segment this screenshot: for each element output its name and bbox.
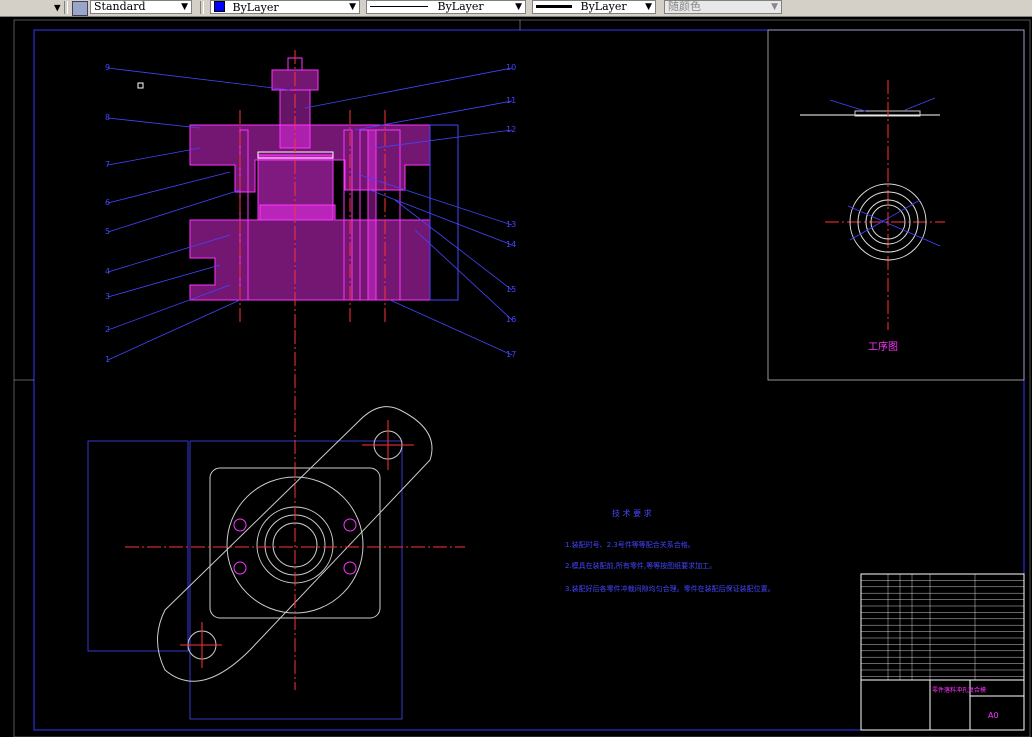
part-number-label: 16 <box>506 315 516 324</box>
toolbar-separator <box>64 1 68 14</box>
process-drawing: 工序图 <box>767 29 1025 381</box>
plot-style-value: 随颜色 <box>668 0 701 13</box>
part-number-label: 17 <box>506 350 516 359</box>
linetype-value: ByLayer <box>437 0 484 13</box>
title-block: 零件落料冲孔复合模 A0 <box>860 573 1025 731</box>
chevron-down-icon: ▼ <box>771 2 778 12</box>
lineweight-select[interactable]: ByLayer ▼ <box>532 0 656 14</box>
part-number-label: 10 <box>506 63 516 72</box>
chevron-down-icon: ▼ <box>645 2 652 12</box>
linetype-select[interactable]: ByLayer ▼ <box>366 0 526 14</box>
tech-requirements: 技 术 要 求 1.装配时号、2.3号件等等配合关系合格。 2.模具在装配前,所… <box>565 508 775 593</box>
color-select[interactable]: ByLayer ▼ <box>210 0 360 14</box>
chevron-down-icon: ▼ <box>181 2 188 12</box>
toolbar-separator <box>200 1 204 14</box>
part-numbers-left: 9 8 7 6 5 4 3 2 1 <box>105 63 110 364</box>
part-numbers-right: 10 11 12 13 14 15 16 17 <box>506 63 516 359</box>
part-number-label: 8 <box>105 113 110 122</box>
color-value: ByLayer <box>232 1 279 14</box>
text-style-select[interactable]: Standard ▼ <box>90 0 192 14</box>
part-number-label: 6 <box>105 198 110 207</box>
part-number-label: 7 <box>105 160 110 169</box>
properties-toolbar: ▼ Standard ▼ ByLayer ▼ ByLayer ▼ ByLayer… <box>0 0 1032 17</box>
text-style-icon[interactable] <box>72 1 88 16</box>
plan-view <box>87 330 465 720</box>
title-block-name: 零件落料冲孔复合模 <box>932 686 986 694</box>
part-number-label: 15 <box>506 285 516 294</box>
color-swatch-icon <box>214 1 225 12</box>
plot-style-select[interactable]: 随颜色 ▼ <box>664 0 782 14</box>
part-number-label: 1 <box>105 355 110 364</box>
part-number-label: 14 <box>506 240 516 249</box>
process-label: 工序图 <box>868 340 898 353</box>
part-number-label: 9 <box>105 63 110 72</box>
drawing-canvas[interactable]: 工序图 9 8 7 6 5 4 3 2 1 10 11 12 13 14 15 16 17 技 术 要 求 1… <box>0 16 1032 737</box>
section-view <box>189 50 459 330</box>
part-number-label: 13 <box>506 220 516 229</box>
sheet-size: A0 <box>988 711 999 720</box>
tech-note-1: 1.装配时号、2.3号件等等配合关系合格。 <box>565 540 695 549</box>
part-number-label: 2 <box>105 325 110 334</box>
linetype-preview-icon <box>370 6 428 7</box>
chevron-down-icon: ▼ <box>349 2 356 12</box>
lineweight-value: ByLayer <box>580 0 627 13</box>
ucs-marker <box>137 82 144 89</box>
sheet-border <box>13 19 1031 737</box>
text-style-value: Standard <box>94 0 146 13</box>
part-number-label: 5 <box>105 227 110 236</box>
part-number-label: 3 <box>105 292 110 301</box>
tech-title: 技 术 要 求 <box>612 508 652 518</box>
dropdown-arrow-icon[interactable]: ▼ <box>54 0 61 15</box>
part-number-label: 4 <box>105 267 110 276</box>
lineweight-preview-icon <box>536 5 572 8</box>
part-number-label: 12 <box>506 125 516 134</box>
tech-note-3: 3.装配好后各零件冲裁间隙均匀合理。零件在装配后保证装配位置。 <box>565 584 775 593</box>
chevron-down-icon: ▼ <box>515 2 522 12</box>
tech-note-2: 2.模具在装配前,所有零件,等等按图纸要求加工。 <box>565 561 716 570</box>
part-number-label: 11 <box>506 96 516 105</box>
